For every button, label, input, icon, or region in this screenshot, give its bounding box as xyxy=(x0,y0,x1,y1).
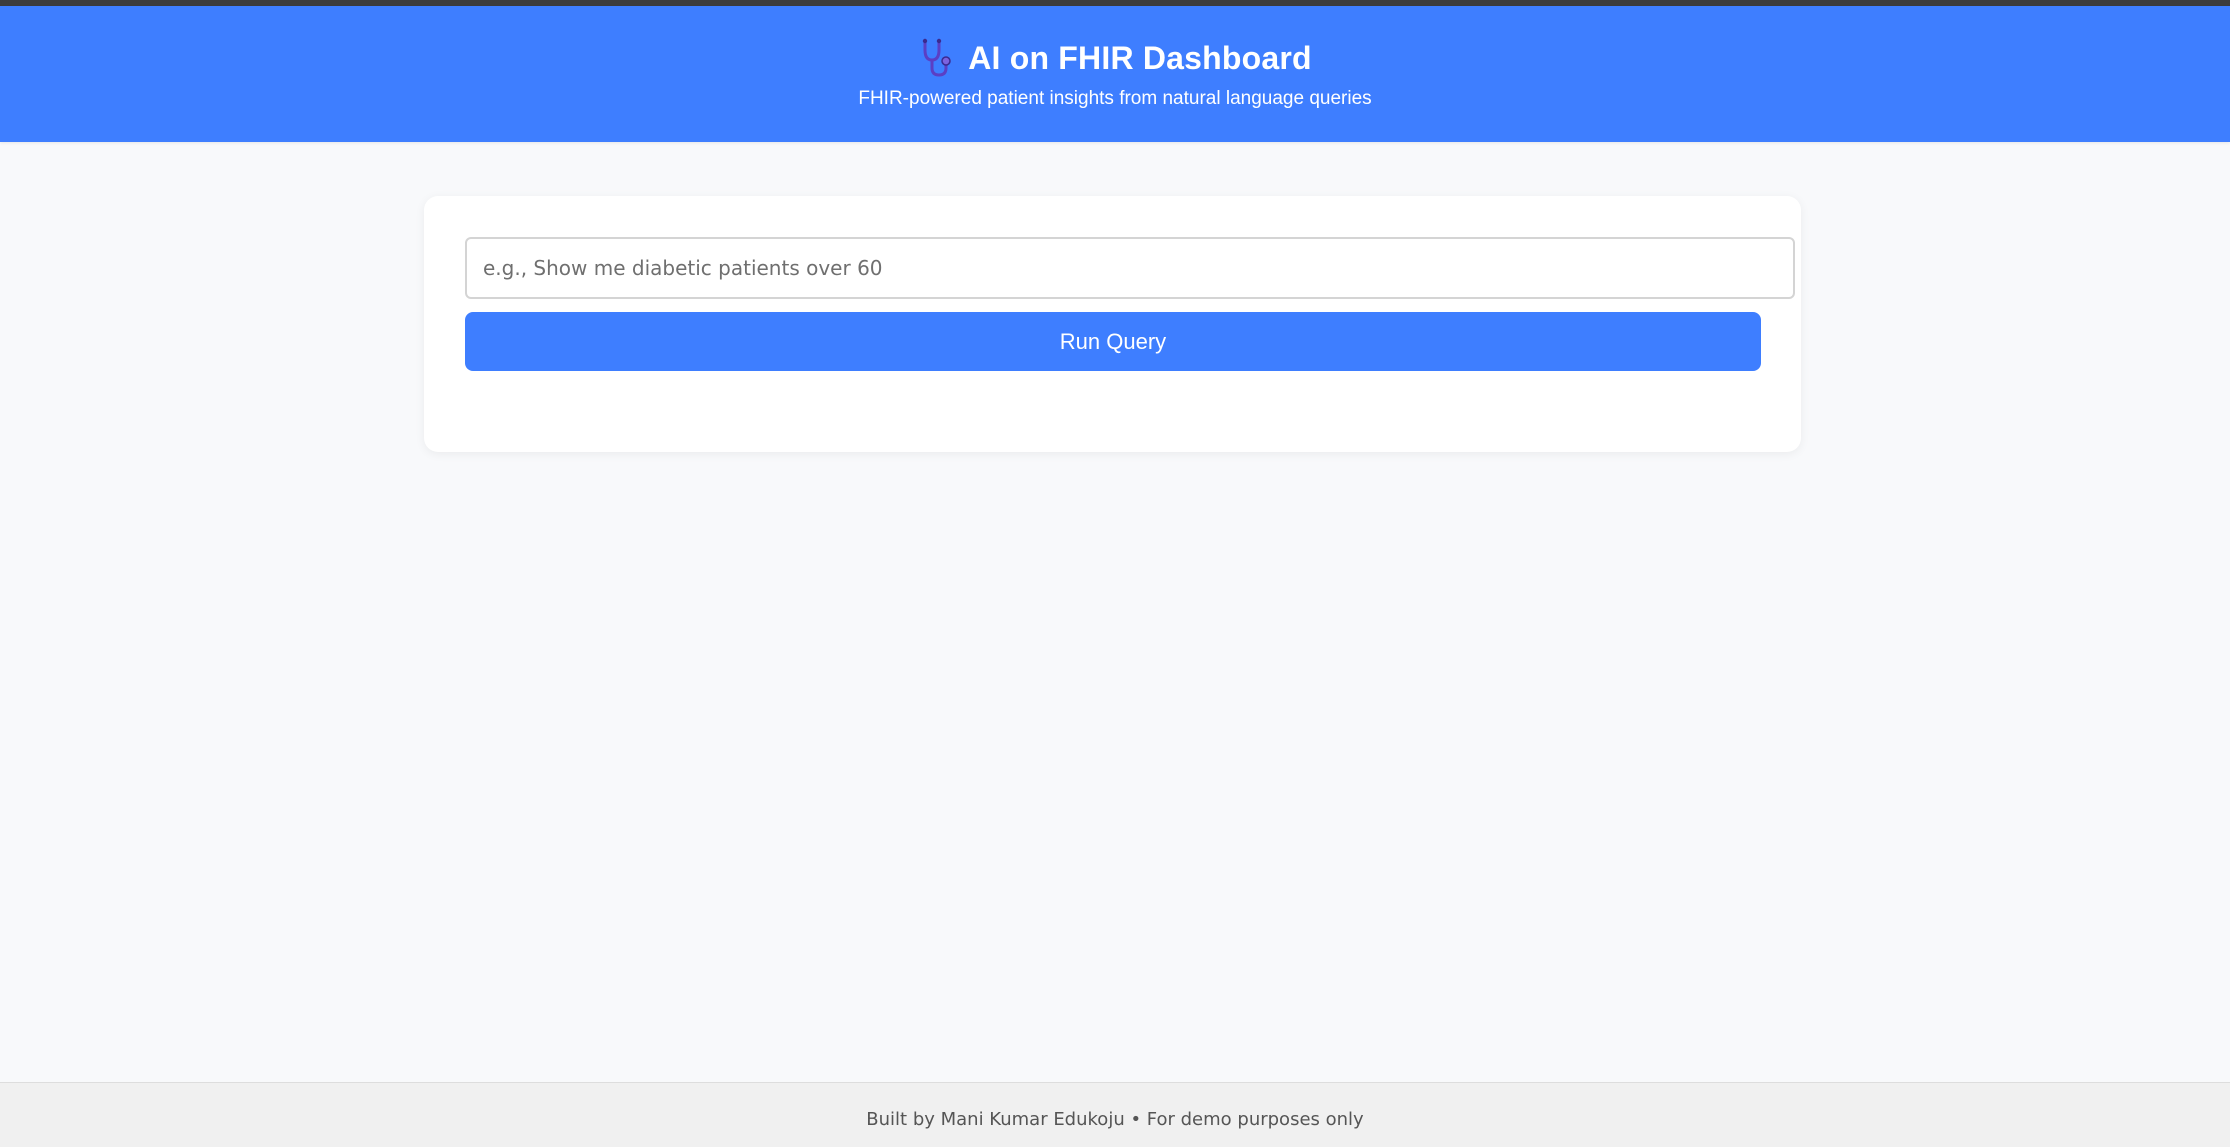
app-header: AI on FHIR Dashboard FHIR-powered patien… xyxy=(0,6,2230,142)
title-row: AI on FHIR Dashboard xyxy=(0,38,2230,78)
query-card: Run Query xyxy=(424,196,1801,452)
stethoscope-icon xyxy=(918,38,954,78)
page-subtitle: FHIR-powered patient insights from natur… xyxy=(858,88,1372,109)
page-title: AI on FHIR Dashboard xyxy=(968,39,1312,76)
run-query-button[interactable]: Run Query xyxy=(465,312,1761,371)
footer-text: Built by Mani Kumar Edukoju • For demo p… xyxy=(866,1109,1364,1130)
query-input[interactable] xyxy=(465,237,1795,299)
page-footer: Built by Mani Kumar Edukoju • For demo p… xyxy=(0,1082,2230,1147)
